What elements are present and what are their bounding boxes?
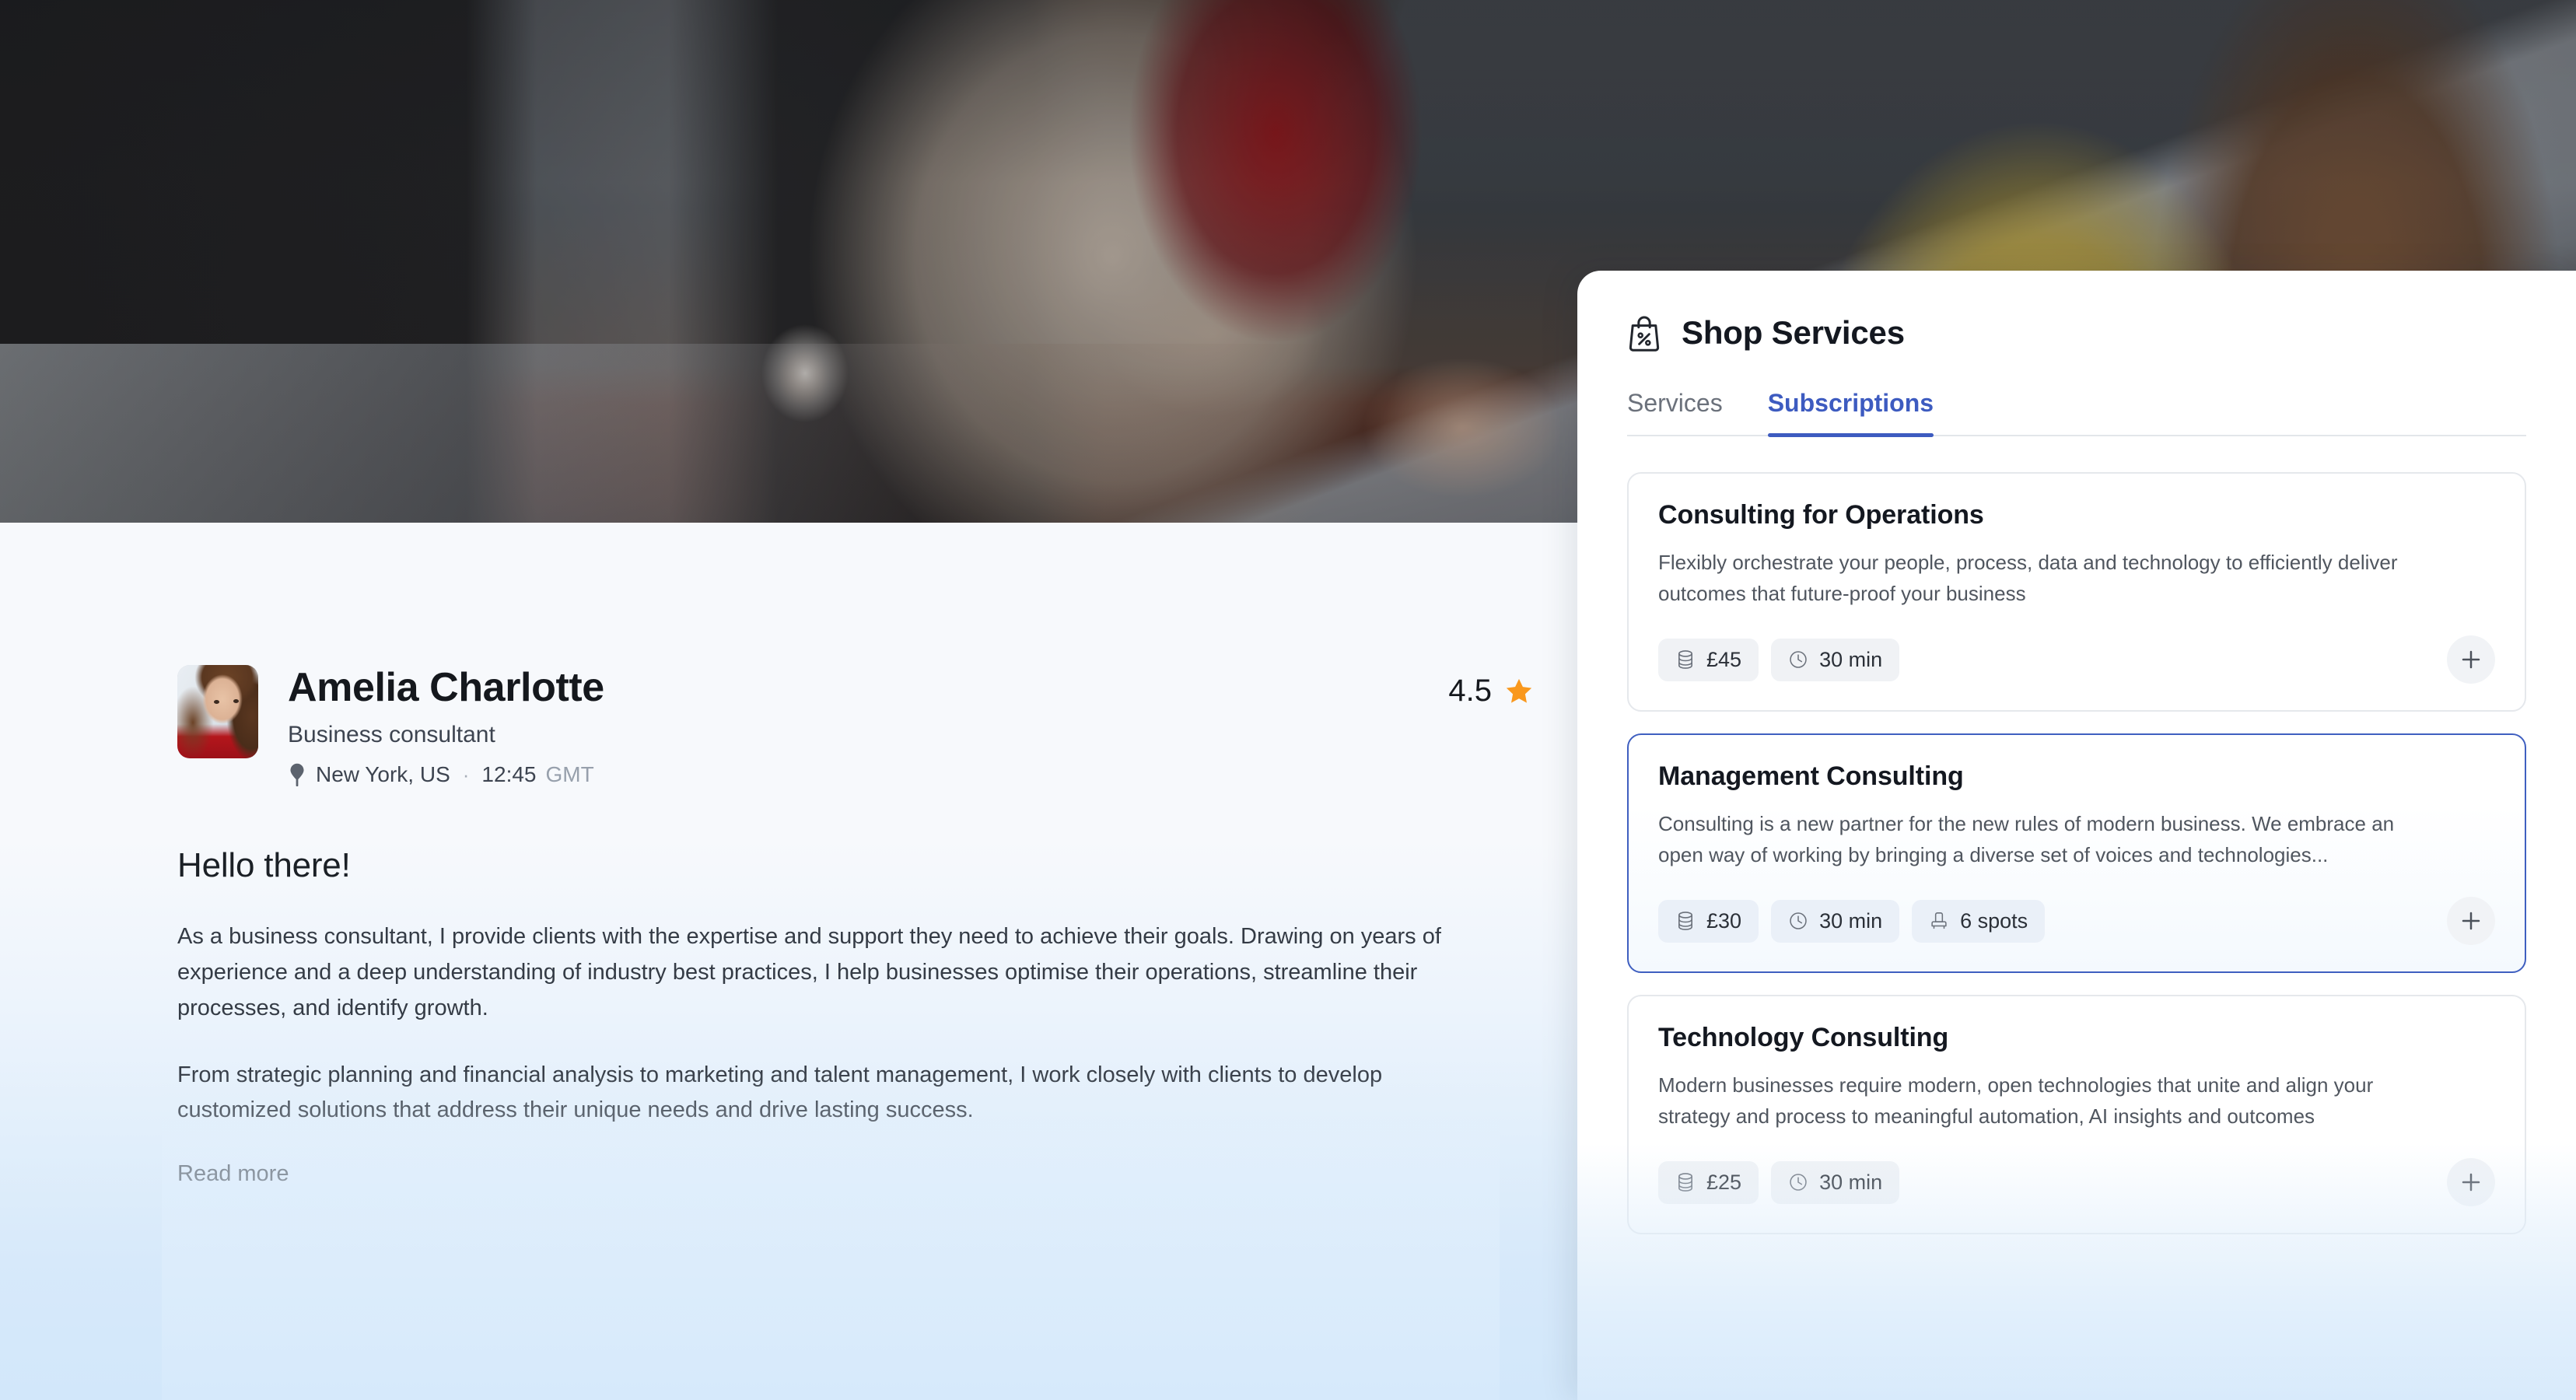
shop-services-panel: Shop Services Services Subscriptions Con… — [1577, 271, 2576, 1400]
shop-tabs: Services Subscriptions — [1627, 389, 2526, 437]
bio-paragraph-1: As a business consultant, I provide clie… — [177, 924, 1441, 1020]
service-title: Consulting for Operations — [1658, 500, 1984, 530]
service-card[interactable]: Consulting for Operations Flexibly orche… — [1627, 472, 2526, 712]
duration-chip: 30 min — [1771, 1160, 1900, 1204]
page-root: Amelia Charlotte 4.5 Business consultant… — [0, 0, 2576, 1400]
avatar — [177, 665, 258, 758]
price-chip: £30 — [1658, 899, 1759, 943]
spots-label: 6 spots — [1960, 908, 2028, 933]
price-chip: £25 — [1658, 1160, 1759, 1204]
profile-time: 12:45 — [481, 762, 537, 787]
service-footer: £25 30 min — [1658, 1158, 2495, 1207]
duration-label: 30 min — [1819, 908, 1883, 933]
price-label: £25 — [1706, 1170, 1742, 1194]
service-card[interactable]: Management Consulting Consulting is a ne… — [1627, 733, 2526, 974]
avatar-eye-left — [214, 700, 219, 704]
shop-header: Shop Services — [1627, 314, 2526, 352]
profile-role: Business consultant — [288, 722, 495, 748]
profile-header: Amelia Charlotte 4.5 Business consultant… — [177, 665, 1546, 787]
plus-icon — [2462, 650, 2480, 669]
add-service-button[interactable] — [2447, 635, 2495, 684]
location-pin-icon — [290, 763, 304, 787]
service-title: Technology Consulting — [1658, 1023, 1949, 1053]
rating-value: 4.5 — [1448, 674, 1492, 708]
price-label: £45 — [1706, 647, 1742, 671]
shop-title: Shop Services — [1682, 314, 1905, 351]
clock-icon — [1790, 651, 1807, 668]
shop-panel-content: Shop Services Services Subscriptions Con… — [1577, 271, 2576, 1235]
star-icon — [1506, 678, 1532, 703]
shopping-bag-percent-icon — [1629, 316, 1660, 352]
service-footer: £45 30 min — [1658, 635, 2495, 684]
service-description: Flexibly orchestrate your people, proces… — [1658, 551, 2398, 605]
duration-chip: 30 min — [1771, 638, 1900, 681]
service-footer: £30 30 min 6 spots — [1658, 897, 2495, 946]
add-service-button[interactable] — [2447, 1158, 2495, 1207]
avatar-photo — [177, 665, 258, 758]
bio-paragraph-2: From strategic planning and financial an… — [177, 1062, 1383, 1123]
service-title: Management Consulting — [1658, 761, 1964, 792]
service-chip-group: £30 30 min 6 spots — [1658, 899, 2046, 943]
profile-name: Amelia Charlotte — [288, 665, 604, 710]
service-card-list: Consulting for Operations Flexibly orche… — [1627, 472, 2526, 1235]
tab-services[interactable]: Services — [1627, 389, 1723, 435]
profile-timezone: GMT — [545, 762, 594, 787]
profile-section: Amelia Charlotte 4.5 Business consultant… — [162, 665, 1546, 1400]
greeting-heading: Hello there! — [177, 846, 351, 885]
clock-icon — [1790, 1174, 1807, 1191]
rating-group: 4.5 — [1448, 674, 1546, 709]
profile-details: Amelia Charlotte 4.5 Business consultant… — [288, 665, 1546, 787]
coins-icon — [1678, 1173, 1692, 1192]
service-description: Modern businesses require modern, open t… — [1658, 1073, 2374, 1128]
add-service-button[interactable] — [2447, 897, 2495, 946]
profile-location: New York, US — [316, 762, 450, 787]
coins-icon — [1678, 650, 1692, 669]
service-card[interactable]: Technology Consulting Modern businesses … — [1627, 995, 2526, 1235]
price-chip: £45 — [1658, 638, 1759, 681]
avatar-eye-right — [233, 699, 239, 703]
service-description: Consulting is a new partner for the new … — [1658, 812, 2395, 866]
read-more-link[interactable]: Read more — [177, 1161, 289, 1187]
service-chip-group: £45 30 min — [1658, 638, 1900, 681]
spots-chip: 6 spots — [1912, 899, 2046, 943]
duration-label: 30 min — [1819, 1170, 1883, 1194]
plus-icon — [2462, 1173, 2480, 1192]
bio-section: As a business consultant, I provide clie… — [162, 919, 1500, 1400]
location-time-separator: · — [462, 762, 470, 786]
plus-icon — [2462, 912, 2480, 930]
service-chip-group: £25 30 min — [1658, 1160, 1900, 1204]
duration-label: 30 min — [1819, 647, 1883, 671]
clock-icon — [1790, 912, 1807, 929]
coins-icon — [1678, 912, 1692, 930]
name-rating-row: Amelia Charlotte 4.5 — [288, 665, 1546, 710]
profile-location-row: New York, US · 12:45 GMT — [288, 762, 1546, 787]
seat-icon — [1931, 912, 1947, 929]
price-label: £30 — [1706, 908, 1742, 933]
duration-chip: 30 min — [1771, 899, 1900, 943]
tab-subscriptions[interactable]: Subscriptions — [1767, 389, 1934, 437]
